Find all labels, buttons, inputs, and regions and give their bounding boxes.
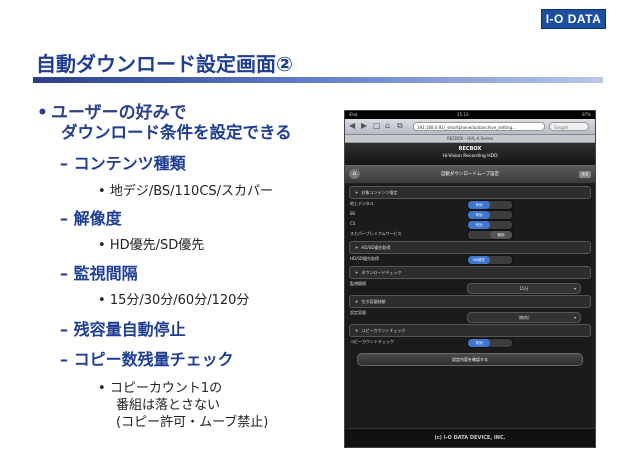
title-underline [33, 77, 603, 83]
sub-bullet: • [98, 381, 106, 396]
dash-mark: – [60, 154, 68, 173]
item-detail: HD優先/SD優先 [109, 238, 205, 253]
item-copy-check: – コピー数残量チェック [60, 346, 234, 370]
sub-bullet: • [98, 238, 106, 253]
browser-toolbar: ◀ ▶ □ ⌂ ⧉ 192.168.0.92/_smartphone/autoa… [345, 119, 595, 135]
item-interval-detail: • 15分/30分/60分/120分 [98, 289, 249, 308]
tabs-icon[interactable]: ⧉ [397, 121, 403, 131]
row-label: スカパープレミアムサービス [350, 231, 402, 236]
back-arrow-icon[interactable]: ◀ [349, 121, 355, 131]
toggle-hd-priority[interactable]: HD優先 [467, 255, 513, 265]
item-resolution-detail: • HD優先/SD優先 [98, 234, 204, 253]
slide-title: 自動ダウンロード設定画面② [36, 52, 293, 76]
row-terrestrial: 地上デジタル 有効 [345, 199, 595, 210]
toggle-on-label: 有効 [468, 221, 490, 229]
sub-bullet: • [98, 293, 106, 308]
toggle-on-label: 有効 [468, 211, 490, 219]
item-heading: コピー数残量チェック [73, 350, 234, 369]
row-cs: CS 有効 [345, 219, 595, 230]
capacity-select[interactable]: (無効) ▾ [467, 312, 581, 323]
bullet-intro-line2: ダウンロード条件を設定できる [61, 123, 292, 142]
plus-icon: + [355, 299, 359, 304]
row-capacity: 設定容量 (無効) ▾ [345, 308, 595, 323]
row-label: 監視間隔 [350, 281, 366, 286]
sub-bullet: • [98, 184, 106, 199]
dash-mark: – [60, 264, 68, 283]
toggle-on-label: 有効 [468, 201, 490, 209]
section-hdsd[interactable]: + HD/SD優先取得 [349, 241, 591, 254]
row-label: 地上デジタル [350, 201, 374, 206]
chevron-down-icon: ▾ [573, 315, 576, 320]
toggle-on-label: 有効 [468, 339, 490, 347]
status-battery: 87% [582, 112, 591, 117]
search-field[interactable]: Google [549, 122, 589, 131]
home-nav-icon[interactable]: ⌂ [385, 121, 390, 131]
row-hdsd: HD/SD優先取得 HD優先 [345, 254, 595, 265]
item-capacity-stop: – 残容量自動停止 [60, 316, 186, 340]
item-heading: 監視間隔 [73, 264, 138, 283]
section-label: HD/SD優先取得 [361, 245, 391, 250]
item-heading: 解像度 [73, 209, 122, 228]
dash-mark: – [60, 320, 68, 339]
tablet-screenshot: iPad 15:10 87% ◀ ▶ □ ⌂ ⧉ 192.168.0.92/_s… [344, 110, 596, 448]
section-label: ダウンロードチェック [361, 270, 402, 275]
row-skyperfect: スカパープレミアムサービス 無効 [345, 229, 595, 240]
confirm-settings-button[interactable]: 設定内容を確認する [357, 353, 583, 366]
back-button[interactable]: 戻る [579, 171, 591, 178]
toolbar-title: 自動ダウンロードムーブ設定 [440, 172, 500, 177]
row-label: BS [350, 211, 356, 216]
dash-mark: – [60, 209, 68, 228]
item-heading: コンテンツ種類 [73, 154, 186, 173]
select-value: 15分 [519, 286, 529, 291]
select-value: (無効) [518, 315, 530, 320]
row-label: 設定容量 [350, 310, 366, 315]
section-capacity[interactable]: + 空き容量制御 [349, 295, 591, 308]
item-detail: 地デジ/BS/110CS/スカパー [109, 184, 274, 199]
item-heading: 残容量自動停止 [73, 320, 186, 339]
item-copy-check-detail3: (コピー許可・ムーブ禁止) [116, 415, 269, 430]
toggle-copy-check[interactable]: 有効 [467, 338, 513, 348]
toggle-on-label: HD優先 [468, 256, 490, 264]
status-device: iPad [349, 112, 358, 117]
dash-mark: – [60, 350, 68, 369]
item-detail: 15分/30分/60分/120分 [109, 293, 250, 308]
item-content-type: – コンテンツ種類 [60, 150, 186, 174]
row-interval: 監視間隔 15分 ▾ [345, 279, 595, 294]
section-label: 空き容量制御 [361, 299, 386, 304]
item-content-type-detail: • 地デジ/BS/110CS/スカパー [98, 180, 273, 199]
app-subtitle: Hi-Vision Recording HDD [442, 154, 498, 159]
status-time: 15:10 [457, 112, 469, 117]
app-toolbar: ⌂ 自動ダウンロードムーブ設定 戻る [345, 165, 595, 184]
plus-icon: + [355, 328, 359, 333]
section-label: 対象コンテンツ指定 [361, 190, 398, 195]
plus-icon: + [355, 190, 359, 195]
app-header: RECBOX Hi-Vision Recording HDD [345, 143, 595, 165]
section-label: コピーカウントチェック [361, 328, 406, 333]
toggle-skyperfect[interactable]: 無効 [467, 230, 513, 240]
plus-icon: + [355, 245, 359, 250]
chevron-down-icon: ▾ [573, 286, 576, 291]
plus-icon: + [355, 270, 359, 275]
app-title: RECBOX [458, 146, 482, 152]
section-copy[interactable]: + コピーカウントチェック [349, 324, 591, 337]
row-label: コピーカウントチェック [350, 339, 394, 344]
item-resolution: – 解像度 [60, 205, 122, 229]
brand-logo: I-O DATA [541, 9, 606, 29]
page-title: RECBOX - HVL-A Series [345, 135, 595, 143]
status-bar: iPad 15:10 87% [345, 111, 595, 119]
bookmark-icon[interactable]: □ [373, 121, 381, 131]
row-bs: BS 有効 [345, 209, 595, 220]
section-interval[interactable]: + ダウンロードチェック [349, 266, 591, 279]
bullet-dot: • [37, 103, 48, 123]
footer-copyright: (c) I-O DATA DEVICE, INC. [345, 428, 595, 447]
url-field[interactable]: 192.168.0.92/_smartphone/autoarchive_set… [413, 122, 545, 131]
row-copy: コピーカウントチェック 有効 [345, 337, 595, 348]
section-content[interactable]: + 対象コンテンツ指定 [349, 186, 591, 199]
forward-arrow-icon[interactable]: ▶ [361, 121, 367, 131]
toggle-off-label: 無効 [490, 231, 512, 239]
item-interval: – 監視間隔 [60, 260, 138, 284]
interval-select[interactable]: 15分 ▾ [467, 283, 581, 294]
row-label: HD/SD優先取得 [350, 256, 380, 261]
row-label: CS [350, 221, 356, 226]
